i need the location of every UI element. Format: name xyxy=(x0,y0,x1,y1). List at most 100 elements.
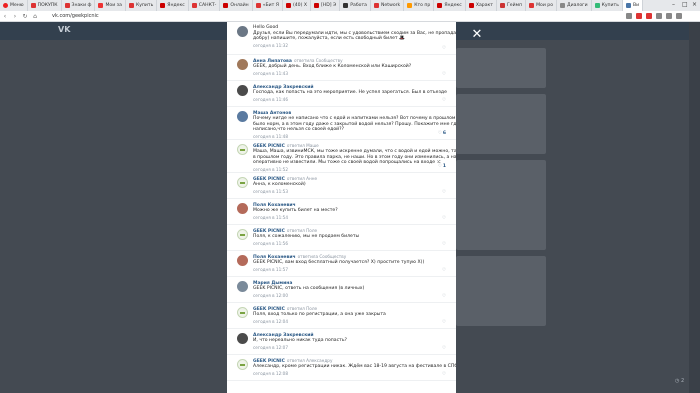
like-button[interactable]: ♡ xyxy=(442,346,446,351)
reply-to-label[interactable]: ответил Маше xyxy=(287,143,319,148)
browser-tab[interactable]: (40) Х xyxy=(283,0,312,11)
heart-icon: ♡ xyxy=(441,268,446,273)
heart-icon[interactable] xyxy=(656,13,662,19)
like-button[interactable]: ♡ xyxy=(442,268,446,273)
browser-tab[interactable]: Геймп xyxy=(497,0,527,11)
browser-tab[interactable]: Ви xyxy=(622,0,644,11)
avatar[interactable] xyxy=(237,26,248,37)
comment-date[interactable]: сегодня в 11:48 xyxy=(253,134,444,139)
notification-icon[interactable] xyxy=(646,13,652,19)
comment-date[interactable]: сегодня в 11:57 xyxy=(253,267,444,272)
like-button[interactable]: ♡1 xyxy=(438,164,446,169)
maximize-icon[interactable]: □ xyxy=(682,1,688,8)
left-nav-item[interactable] xyxy=(168,45,228,54)
reply-to-label[interactable]: ответил Анне xyxy=(287,176,317,181)
back-icon[interactable]: ‹ xyxy=(0,13,10,20)
browser-tab[interactable]: Кто пр xyxy=(404,0,435,11)
comment-date[interactable]: сегодня в 11:52 xyxy=(253,167,444,172)
page-scrollbar[interactable] xyxy=(689,22,700,393)
browser-tab[interactable]: ПОКУПК xyxy=(28,0,62,11)
left-nav-item[interactable] xyxy=(168,63,228,72)
vk-logo-icon[interactable]: VK xyxy=(58,25,70,34)
left-nav-item[interactable] xyxy=(168,162,228,171)
browser-tab[interactable]: Знаки ф xyxy=(62,0,96,11)
avatar[interactable] xyxy=(237,111,248,122)
avatar[interactable] xyxy=(237,359,248,370)
left-nav-item[interactable] xyxy=(168,108,228,117)
download-icon[interactable] xyxy=(666,13,672,19)
avatar[interactable] xyxy=(237,59,248,70)
avatar[interactable] xyxy=(237,281,248,292)
avatar[interactable] xyxy=(237,203,248,214)
browser-tab[interactable]: Яндекс xyxy=(434,0,466,11)
comment-date[interactable]: сегодня в 12:04 xyxy=(253,319,444,324)
like-button[interactable]: ♡ xyxy=(442,98,446,103)
like-button[interactable]: ♡ xyxy=(442,242,446,247)
avatar[interactable] xyxy=(237,255,248,266)
reply-to-label[interactable]: ответила Сообществу xyxy=(294,58,343,63)
left-nav-item[interactable] xyxy=(168,90,228,99)
close-window-icon[interactable]: × xyxy=(692,1,697,8)
browser-tab[interactable]: Диалоги xyxy=(557,0,592,11)
reply-to-label[interactable]: ответил Александру xyxy=(287,358,333,363)
browser-tab[interactable]: Яндекс xyxy=(157,0,189,11)
left-nav-item[interactable] xyxy=(168,54,228,63)
left-nav-item[interactable] xyxy=(168,117,228,126)
like-button[interactable]: ♡6 xyxy=(438,131,446,136)
comment-date[interactable]: сегодня в 12:08 xyxy=(253,371,444,376)
like-button[interactable]: ♡ xyxy=(442,190,446,195)
avatar[interactable] xyxy=(237,307,248,318)
like-button[interactable]: ♡ xyxy=(442,372,446,377)
left-nav-item[interactable] xyxy=(168,81,228,90)
browser-menu-button[interactable]: Меню xyxy=(0,0,28,11)
browser-tab[interactable]: «Бит Я xyxy=(253,0,283,11)
avatar[interactable] xyxy=(237,229,248,240)
like-button[interactable]: ♡ xyxy=(442,46,446,51)
minimize-icon[interactable]: – xyxy=(672,1,675,8)
left-nav-item[interactable] xyxy=(168,135,228,144)
comment-date[interactable]: сегодня в 11:43 xyxy=(253,71,444,76)
like-button[interactable]: ♡ xyxy=(442,294,446,299)
comment-date[interactable]: сегодня в 12:07 xyxy=(253,345,444,350)
left-nav-item[interactable] xyxy=(168,144,228,153)
browser-tab[interactable]: Купить xyxy=(126,0,158,11)
reply-to-label[interactable]: ответил Поле xyxy=(287,306,317,311)
avatar[interactable] xyxy=(237,144,248,155)
reload-icon[interactable]: ↻ xyxy=(20,13,30,20)
forward-icon[interactable]: › xyxy=(10,13,20,20)
browser-tab[interactable]: Мои ро xyxy=(526,0,558,11)
comment-date[interactable]: сегодня в 11:46 xyxy=(253,97,444,102)
browser-tab[interactable]: Купить xyxy=(592,0,623,11)
comment-date[interactable]: сегодня в 12:00 xyxy=(253,293,444,298)
avatar[interactable] xyxy=(237,333,248,344)
comment-date[interactable]: сегодня в 11:32 xyxy=(253,43,444,48)
browser-tab[interactable]: Характ xyxy=(466,0,497,11)
scroll-top-icon[interactable]: ◷ 2 xyxy=(675,378,684,384)
like-button[interactable]: ♡ xyxy=(442,72,446,77)
like-button[interactable]: ♡ xyxy=(442,320,446,325)
adblock-icon[interactable] xyxy=(636,13,642,19)
comment-date[interactable]: сегодня в 11:56 xyxy=(253,241,444,246)
browser-tab[interactable]: Работа xyxy=(340,0,371,11)
close-modal-icon[interactable]: ✕ xyxy=(471,28,483,41)
browser-tab[interactable]: Network xyxy=(371,0,405,11)
avatar[interactable] xyxy=(237,177,248,188)
url-field[interactable]: vk.com/geekpicnic xyxy=(52,13,99,19)
left-nav-item[interactable] xyxy=(168,153,228,162)
left-nav-item[interactable] xyxy=(168,99,228,108)
reply-to-label[interactable]: ответила Сообществу xyxy=(298,254,347,259)
extension-icon[interactable] xyxy=(626,13,632,19)
browser-tab[interactable]: Онлайн xyxy=(220,0,253,11)
snapshot-icon[interactable] xyxy=(676,13,682,19)
home-icon[interactable]: ⌂ xyxy=(30,13,40,20)
like-button[interactable]: ♡ xyxy=(442,216,446,221)
browser-tab[interactable]: САНКТ- xyxy=(189,0,221,11)
browser-tab[interactable]: [HD] Э xyxy=(311,0,341,11)
browser-tab[interactable]: Мои за xyxy=(95,0,126,11)
reply-to-label[interactable]: ответил Поле xyxy=(287,228,317,233)
left-nav-item[interactable] xyxy=(168,126,228,135)
comment-date[interactable]: сегодня в 11:54 xyxy=(253,215,444,220)
comment-date[interactable]: сегодня в 11:53 xyxy=(253,189,444,194)
avatar[interactable] xyxy=(237,85,248,96)
left-nav-item[interactable] xyxy=(168,72,228,81)
